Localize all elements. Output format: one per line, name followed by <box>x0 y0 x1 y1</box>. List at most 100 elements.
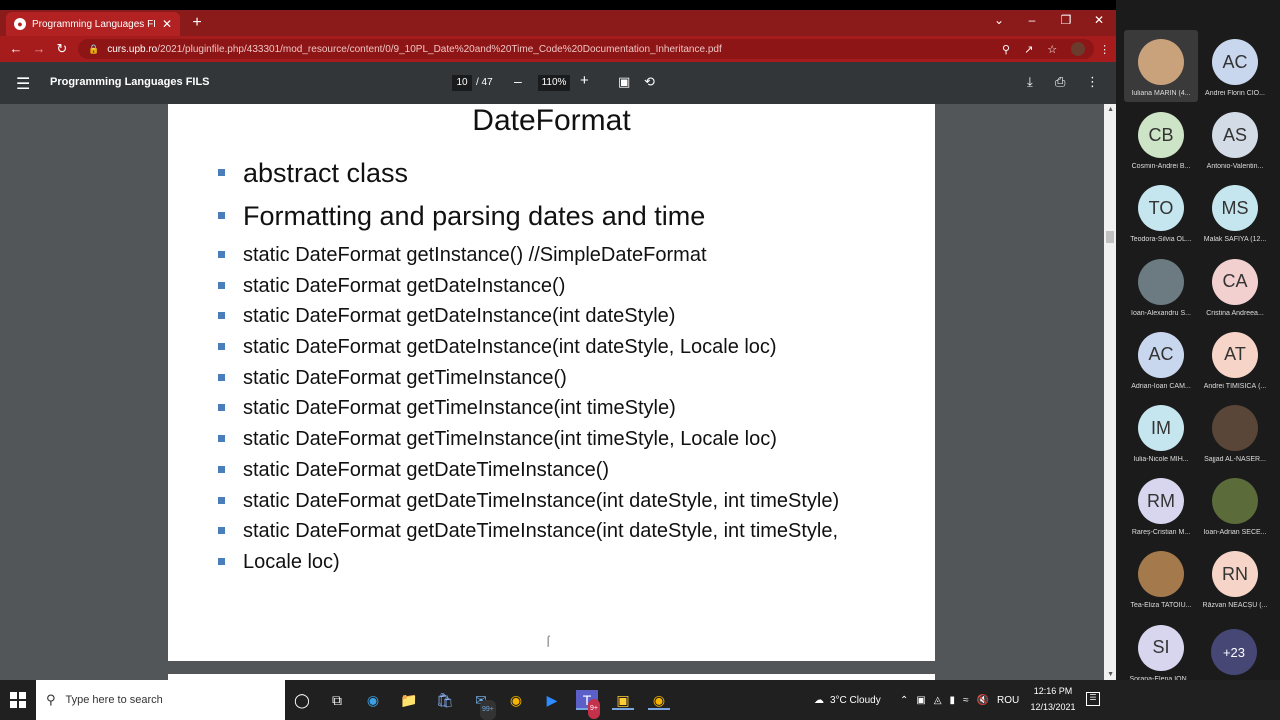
pdf-viewer[interactable]: DateFormat abstract class Formatting and … <box>0 104 1116 680</box>
participant-tile[interactable]: AC Andrei Florin CIO... <box>1198 30 1272 102</box>
zoom-level-input[interactable]: 110% <box>538 75 570 91</box>
download-icon[interactable]: ⤓ <box>1027 74 1033 90</box>
participant-tile[interactable]: AC Adrian-Ioan CÂM... <box>1124 323 1198 395</box>
lock-icon[interactable]: 🔒 <box>88 44 99 55</box>
participant-photo <box>1138 258 1184 305</box>
restore-button[interactable]: ❐ <box>1056 13 1076 27</box>
tab-title: Programming Languages FILS <box>32 18 156 30</box>
mail-icon[interactable]: ✉ 99+ <box>470 690 496 720</box>
bullet-square-icon <box>218 169 225 176</box>
bullet-text: static DateFormat getTimeInstance() <box>243 366 567 389</box>
zoom-app-icon[interactable]: ▶ <box>541 690 563 710</box>
bullet-text: static DateFormat getDateInstance(int da… <box>243 336 777 359</box>
participant-tile[interactable]: MS Malak SAFIYA (12... <box>1198 176 1272 248</box>
close-window-button[interactable]: ✕ <box>1089 13 1109 27</box>
intellij-icon[interactable]: ▣ <box>612 690 634 710</box>
close-tab-icon[interactable]: ✕ <box>162 17 172 31</box>
address-bar-actions: ⚲ ↗ ☆ ⋮ <box>988 39 1110 59</box>
network-icon[interactable]: ◬ <box>934 695 942 706</box>
print-icon[interactable]: ⎙ <box>1055 74 1065 90</box>
address-bar[interactable]: 🔒 curs.upb.ro /2021/pluginfile.php/43330… <box>78 39 1110 59</box>
task-view-icon[interactable]: ⧉ <box>326 690 348 710</box>
participant-tile[interactable]: RM Rareș-Cristian M... <box>1124 469 1198 541</box>
zoom-icon[interactable]: ⚲ <box>1002 43 1010 56</box>
bullet-square-icon <box>218 373 225 381</box>
cloud-icon: ☁ <box>814 694 824 706</box>
bullet-text: static DateFormat getDateTimeInstance(in… <box>243 489 840 512</box>
participant-initials-avatar: TO <box>1138 185 1184 232</box>
file-explorer-icon[interactable]: 📁 <box>398 690 420 710</box>
hamburger-menu-icon[interactable]: ☰ <box>16 74 30 94</box>
participant-initials-avatar: AT <box>1212 331 1258 378</box>
cortana-icon[interactable]: ◯ <box>291 690 313 710</box>
bullet-text: Formatting and parsing dates and time <box>243 201 706 231</box>
vertical-scrollbar[interactable]: ▲ ▼ <box>1104 104 1116 680</box>
zoom-in-button[interactable]: + <box>580 72 589 89</box>
meet-now-icon[interactable]: ▣ <box>916 695 925 706</box>
minimize-button[interactable]: – <box>1022 13 1042 27</box>
teams-icon[interactable]: T 9+ <box>576 690 600 719</box>
participant-tile[interactable]: Tea-Eliza TATOIU... <box>1124 542 1198 614</box>
bullet-item: static DateFormat getDateInstance(int da… <box>214 332 914 363</box>
clock-time: 12:16 PM <box>1033 686 1073 696</box>
slide-title: DateFormat <box>472 104 631 137</box>
tab-search-chevron-icon[interactable]: ⌄ <box>989 13 1009 27</box>
bullet-item: static DateFormat getDateTimeInstance(in… <box>214 486 914 517</box>
more-participants-button[interactable]: +23 <box>1211 629 1257 675</box>
speaker-mute-icon[interactable]: 🔇 <box>977 695 989 706</box>
participant-tile[interactable]: Ioan-Alexandru S... <box>1124 250 1198 322</box>
back-button[interactable]: ← <box>7 41 25 56</box>
new-tab-button[interactable]: + <box>188 14 206 32</box>
menu-kebab-icon[interactable]: ⋮ <box>1099 43 1110 56</box>
edge-icon[interactable]: ◉ <box>362 690 384 710</box>
profile-avatar[interactable] <box>1071 42 1086 56</box>
scroll-up-icon[interactable]: ▲ <box>1107 106 1114 113</box>
more-options-icon[interactable]: ⋮ <box>1086 74 1099 90</box>
bullet-item: static DateFormat getTimeInstance(int ti… <box>214 393 914 424</box>
fit-page-icon[interactable]: ▣ <box>618 74 630 90</box>
participant-tile[interactable]: CB Cosmin-Andrei B... <box>1124 103 1198 175</box>
wifi-icon[interactable]: ≈ <box>963 695 969 706</box>
share-icon[interactable]: ↗ <box>1024 43 1033 56</box>
participant-name: Tea-Eliza TATOIU... <box>1130 602 1192 610</box>
reload-button[interactable]: ↻ <box>53 41 71 57</box>
chrome-active-icon[interactable]: ◉ <box>648 690 670 710</box>
chevron-up-icon[interactable]: ⌃ <box>900 695 908 706</box>
zoom-out-button[interactable]: – <box>514 73 522 89</box>
participant-name: Ioan-Alexandru S... <box>1131 309 1191 317</box>
bullet-square-icon <box>218 212 225 219</box>
weather-widget[interactable]: ☁ 3°C Cloudy <box>814 680 881 720</box>
participant-tile[interactable]: AS Antonio-Valentin... <box>1198 103 1272 175</box>
participant-tile[interactable]: TO Teodora-Silvia OL... <box>1124 176 1198 248</box>
participant-tile[interactable]: SISorana-Elena ION... <box>1124 616 1198 688</box>
participant-tile[interactable]: Ioan-Adrian SECE... <box>1198 469 1272 541</box>
chrome-icon[interactable]: ◉ <box>505 690 527 710</box>
scrollbar-thumb[interactable] <box>1106 231 1114 243</box>
bookmark-star-icon[interactable]: ☆ <box>1047 43 1057 56</box>
taskbar-search-box[interactable]: ⚲ Type here to search <box>36 680 285 720</box>
participant-tile[interactable]: Iuliana MARIN (4... <box>1124 30 1198 102</box>
rotate-icon[interactable]: ⟲ <box>644 74 655 90</box>
participant-tile[interactable]: RN Răzvan NEACȘU (... <box>1198 542 1272 614</box>
participant-tile[interactable]: CA Cristina Andreea... <box>1198 250 1272 322</box>
participant-name: Cosmin-Andrei B... <box>1131 163 1191 171</box>
participant-initials-avatar: IM <box>1138 405 1184 451</box>
language-indicator[interactable]: ROU <box>997 695 1019 706</box>
participant-tile[interactable]: AT Andrei TIMISICĂ (... <box>1198 323 1272 395</box>
bullet-text: static DateFormat getTimeInstance(int ti… <box>243 397 676 420</box>
notification-center-icon[interactable]: ☰ <box>1086 692 1100 706</box>
bullet-text: static DateFormat getDateInstance(int da… <box>243 305 676 328</box>
store-icon[interactable]: 🛍 <box>434 690 456 710</box>
windows-start-icon[interactable] <box>8 690 28 710</box>
bullet-text: static DateFormat getDateInstance() <box>243 274 566 297</box>
browser-tab[interactable]: ● Programming Languages FILS ✕ <box>6 12 180 36</box>
participant-tile[interactable]: IM Iulia-Nicole MIH... <box>1124 396 1198 468</box>
participant-tile[interactable]: Sajjad AL-NASER... <box>1198 396 1272 468</box>
scroll-down-icon[interactable]: ▼ <box>1107 671 1114 678</box>
participant-photo <box>1212 405 1258 451</box>
clock[interactable]: 12:16 PM 12/13/2021 <box>1028 683 1078 715</box>
clock-date: 12/13/2021 <box>1030 702 1076 712</box>
page-number-input[interactable]: 10 <box>452 75 472 91</box>
battery-icon[interactable]: ▮ <box>950 695 956 706</box>
forward-button[interactable]: → <box>30 41 48 56</box>
